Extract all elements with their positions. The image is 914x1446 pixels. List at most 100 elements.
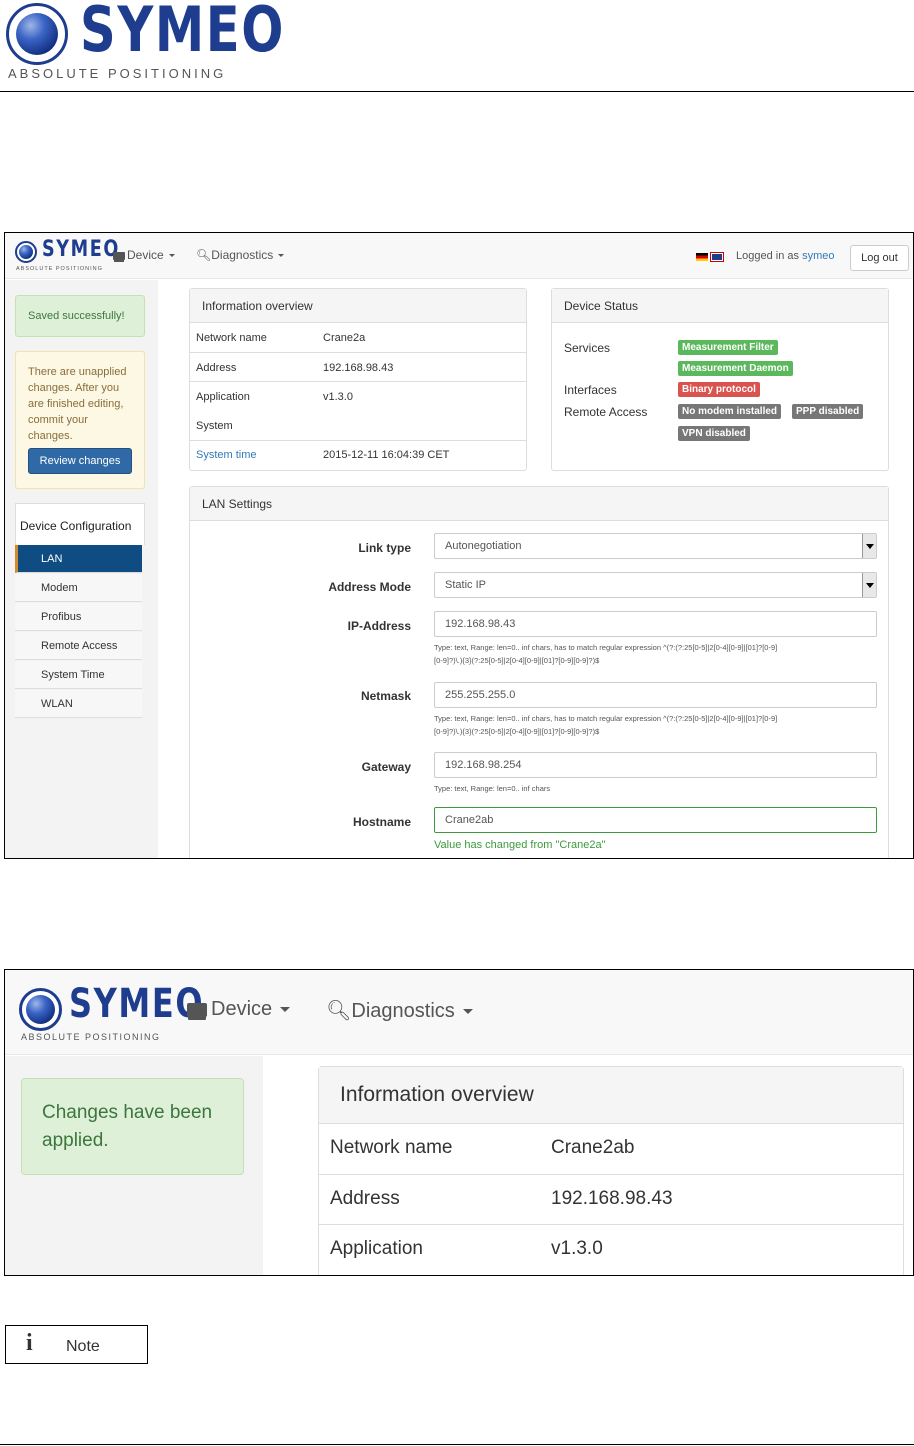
netmask-label: Netmask xyxy=(360,689,411,703)
search-icon: 🔍︎ xyxy=(196,248,212,262)
navbar-logo-tag: ABSOLUTE POSITIONING xyxy=(21,1032,161,1042)
uk-flag-icon[interactable] xyxy=(710,252,724,262)
info-label: Application xyxy=(330,1238,423,1259)
note-label: Note xyxy=(66,1338,100,1355)
review-changes-button[interactable]: Review changes xyxy=(28,448,132,474)
status-badge: VPN disabled xyxy=(678,426,750,441)
status-badge: Binary protocol xyxy=(678,382,760,397)
caret-down-icon xyxy=(462,1009,473,1015)
info-row: Application v1.3.0 System xyxy=(190,381,526,441)
info-label: Network name xyxy=(196,332,267,344)
diagnostics-menu[interactable]: 🔍︎Diagnostics xyxy=(326,998,473,1023)
device-menu-label: Device xyxy=(211,998,273,1020)
link-type-value: Autonegotiation xyxy=(445,540,522,552)
gateway-label: Gateway xyxy=(361,760,411,774)
ip-address-help: Type: text, Range: len=0.. inf chars, ha… xyxy=(434,641,884,667)
logo-wordmark: SYMEO xyxy=(80,0,286,66)
address-mode-value: Static IP xyxy=(445,579,486,591)
device-status-panel: Device Status Services Measurement Filte… xyxy=(551,288,889,471)
navbar-logo-word: SYMEO xyxy=(69,981,205,1027)
unapplied-alert: There are unapplied changes. After you a… xyxy=(15,351,145,489)
info-row: Address 192.168.98.43 xyxy=(319,1174,903,1224)
services-label: Services xyxy=(564,341,611,355)
username-link[interactable]: symeo xyxy=(802,250,834,262)
info-label: Network name xyxy=(330,1137,453,1158)
unapplied-text: There are unapplied changes. After you a… xyxy=(28,366,127,442)
link-type-select[interactable]: Autonegotiation xyxy=(434,533,877,559)
info-overview-panel: Information overview Network name Crane2a… xyxy=(189,288,527,471)
hostname-label: Hostname xyxy=(352,815,411,829)
info-label: Address xyxy=(196,362,237,374)
note-box: i Note xyxy=(5,1325,148,1364)
dropdown-arrow-icon[interactable] xyxy=(862,573,876,597)
info-overview-panel: Information overview Network name Crane2a… xyxy=(318,1066,904,1275)
status-badge: Measurement Daemon xyxy=(678,361,793,376)
link-type-label: Link type xyxy=(358,541,411,555)
screenshot-applied: SYMEO ABSOLUTE POSITIONING Device 🔍︎Diag… xyxy=(4,969,914,1276)
hostname-input[interactable]: Crane2ab xyxy=(434,807,877,833)
footer-rule xyxy=(0,1444,914,1445)
diagnostics-menu[interactable]: 🔍︎Diagnostics xyxy=(196,248,285,262)
info-label: Address xyxy=(330,1188,400,1209)
menu-item-profibus[interactable]: Profibus xyxy=(15,603,142,631)
help-text: [0-9]?)\.){3}(?:25[0-5]|2[0-4][0-9]|[01]… xyxy=(434,727,600,736)
saved-alert: Saved successfully! xyxy=(15,295,145,337)
logout-button[interactable]: Log out xyxy=(850,245,909,271)
gateway-help: Type: text, Range: len=0.. inf chars xyxy=(434,784,551,793)
info-row: Network name Crane2ab xyxy=(319,1124,903,1174)
laptop-icon xyxy=(113,251,125,260)
info-row: Address 192.168.98.43 xyxy=(190,352,526,382)
info-label: Application xyxy=(196,391,250,403)
navbar-logo-tag: ABSOLUTE POSITIONING xyxy=(16,266,103,272)
menu-item-modem[interactable]: Modem xyxy=(15,574,142,602)
info-value: 192.168.98.43 xyxy=(323,362,394,374)
navbar: SYMEO ABSOLUTE POSITIONING Device 🔍︎Diag… xyxy=(5,970,913,1055)
info-value: 192.168.98.43 xyxy=(551,1188,673,1209)
address-mode-label: Address Mode xyxy=(328,580,411,594)
status-badge: PPP disabled xyxy=(792,404,864,419)
logged-in-label: Logged in as xyxy=(736,250,799,262)
menu-item-wlan[interactable]: WLAN xyxy=(15,690,142,718)
netmask-input[interactable]: 255.255.255.0 xyxy=(434,682,877,708)
device-menu-label: Device xyxy=(127,248,164,262)
info-value: 2015-12-11 16:04:39 CET xyxy=(323,449,450,461)
caret-down-icon xyxy=(278,254,285,258)
panel-title: Information overview xyxy=(319,1067,903,1124)
dropdown-arrow-icon[interactable] xyxy=(862,534,876,558)
status-badge: No modem installed xyxy=(678,404,782,419)
menu-item-lan[interactable]: LAN xyxy=(15,545,142,573)
navbar: SYMEO ABSOLUTE POSITIONING Device 🔍︎Diag… xyxy=(5,233,913,279)
info-row: Application v1.3.0 xyxy=(319,1224,903,1274)
caret-down-icon xyxy=(168,254,175,258)
device-menu[interactable]: Device xyxy=(113,248,175,262)
navbar-logo-word: SYMEO xyxy=(42,237,120,262)
laptop-icon xyxy=(187,1002,207,1017)
netmask-help: Type: text, Range: len=0.. inf chars, ha… xyxy=(434,712,884,738)
logged-in-text: Logged in as symeo xyxy=(736,250,834,262)
info-label: System xyxy=(196,420,233,432)
panel-title: Information overview xyxy=(190,289,526,323)
menu-item-system-time[interactable]: System Time xyxy=(15,661,142,689)
german-flag-icon[interactable] xyxy=(696,253,708,261)
help-text: Type: text, Range: len=0.. inf chars, ha… xyxy=(434,714,778,723)
info-value: Crane2a xyxy=(323,332,366,344)
caret-down-icon xyxy=(280,1007,291,1013)
gateway-input[interactable]: 192.168.98.254 xyxy=(434,752,877,778)
help-text: Type: text, Range: len=0.. inf chars, ha… xyxy=(434,643,778,652)
hostname-changed-message: Value has changed from "Crane2a" xyxy=(434,839,606,851)
info-row: System time 2015-12-11 16:04:39 CET xyxy=(190,440,526,470)
system-time-link[interactable]: System time xyxy=(196,449,257,461)
diagnostics-menu-label: Diagnostics xyxy=(351,1000,455,1022)
diagnostics-menu-label: Diagnostics xyxy=(211,248,274,262)
panel-title: Device Status xyxy=(552,289,888,323)
menu-item-remote-access[interactable]: Remote Access xyxy=(15,632,142,660)
address-mode-select[interactable]: Static IP xyxy=(434,572,877,598)
ip-address-input[interactable]: 192.168.98.43 xyxy=(434,611,877,637)
help-text: [0-9]?)\.){3}(?:25[0-5]|2[0-4][0-9]|[01]… xyxy=(434,656,600,665)
device-menu[interactable]: Device xyxy=(187,998,291,1021)
info-value: v1.3.0 xyxy=(551,1238,603,1259)
lan-settings-panel: LAN Settings Link type Autonegotiation A… xyxy=(189,486,889,858)
remote-access-label: Remote Access xyxy=(564,405,648,419)
interfaces-label: Interfaces xyxy=(564,383,617,397)
info-row: Network name Crane2a xyxy=(190,323,526,353)
